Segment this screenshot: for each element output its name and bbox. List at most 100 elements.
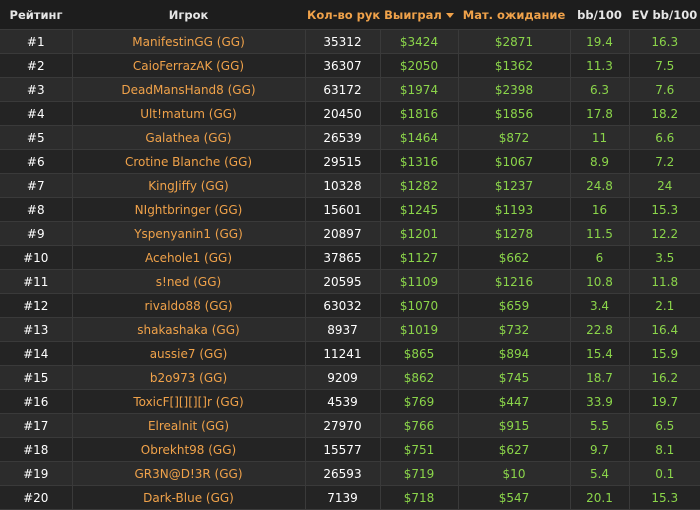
evbb100-cell: 3.5 [628, 245, 700, 270]
rank-cell: #1 [0, 29, 72, 54]
ev-cell: $1856 [457, 101, 570, 126]
rank-cell: #6 [0, 149, 72, 174]
player-link[interactable]: Obrekht98 (GG) [71, 437, 305, 462]
player-link[interactable]: ManifestinGG (GG) [71, 29, 305, 54]
bb100-cell: 11.5 [569, 221, 629, 246]
evbb100-cell: 16.2 [628, 365, 700, 390]
player-link[interactable]: DeadMansHand8 (GG) [71, 77, 305, 102]
bb100-cell: 19.4 [569, 29, 629, 54]
player-link[interactable]: Dark-Blue (GG) [71, 485, 305, 510]
player-link[interactable]: Acehole1 (GG) [71, 245, 305, 270]
table-row: #5 Galathea (GG) 26539 $1464 $872 11 6.6 [0, 125, 700, 150]
column-header-ev[interactable]: Мат. ожидание [458, 0, 570, 30]
evbb100-cell: 18.2 [628, 101, 700, 126]
table-row: #4 Ult!matum (GG) 20450 $1816 $1856 17.8 18.2 [0, 101, 700, 126]
hands-cell: 15577 [304, 437, 380, 462]
caret-down-icon [445, 12, 454, 18]
column-header-evbb100[interactable]: EV bb/100 [629, 0, 700, 30]
evbb100-cell: 15.3 [628, 485, 700, 510]
hands-cell: 10328 [304, 173, 380, 198]
player-link[interactable]: NIghtbringer (GG) [71, 197, 305, 222]
evbb100-cell: 15.9 [628, 341, 700, 366]
won-cell: $2050 [379, 53, 458, 78]
player-link[interactable]: GR3N@D!3R (GG) [71, 461, 305, 486]
bb100-cell: 10.8 [569, 269, 629, 294]
ev-cell: $732 [457, 317, 570, 342]
table-row: #3 DeadMansHand8 (GG) 63172 $1974 $2398 6.3 7.… [0, 77, 700, 102]
ev-cell: $1278 [457, 221, 570, 246]
hands-cell: 26593 [304, 461, 380, 486]
column-header-hands[interactable]: Кол-во рук [305, 0, 380, 30]
player-link[interactable]: Galathea (GG) [71, 125, 305, 150]
rank-cell: #11 [0, 269, 72, 294]
player-link[interactable]: shakashaka (GG) [71, 317, 305, 342]
won-cell: $719 [379, 461, 458, 486]
player-link[interactable]: Crotine Blanche (GG) [71, 149, 305, 174]
rank-cell: #4 [0, 101, 72, 126]
bb100-cell: 8.9 [569, 149, 629, 174]
player-link[interactable]: aussie7 (GG) [71, 341, 305, 366]
player-link[interactable]: b2o973 (GG) [71, 365, 305, 390]
bb100-cell: 17.8 [569, 101, 629, 126]
bb100-cell: 24.8 [569, 173, 629, 198]
column-header-won[interactable]: Выиграл [380, 0, 458, 30]
rank-cell: #7 [0, 173, 72, 198]
rank-cell: #13 [0, 317, 72, 342]
bb100-cell: 3.4 [569, 293, 629, 318]
table-row: #13 shakashaka (GG) 8937 $1019 $732 22.8 16.4 [0, 317, 700, 342]
table-row: #17 Elrealnit (GG) 27970 $766 $915 5.5 6.5 [0, 413, 700, 438]
player-link[interactable]: CaioFerrazAK (GG) [71, 53, 305, 78]
evbb100-cell: 7.5 [628, 53, 700, 78]
player-link[interactable]: Ult!matum (GG) [71, 101, 305, 126]
won-cell: $766 [379, 413, 458, 438]
player-link[interactable]: KingJiffy (GG) [71, 173, 305, 198]
table-row: #16 ToxicF[][][][]r (GG) 4539 $769 $447 33.9 1… [0, 389, 700, 414]
bb100-cell: 6 [569, 245, 629, 270]
player-link[interactable]: Elrealnit (GG) [71, 413, 305, 438]
hands-cell: 4539 [304, 389, 380, 414]
won-cell: $1282 [379, 173, 458, 198]
evbb100-cell: 12.2 [628, 221, 700, 246]
bb100-cell: 11.3 [569, 53, 629, 78]
column-header-bb100[interactable]: bb/100 [570, 0, 629, 30]
ev-cell: $915 [457, 413, 570, 438]
evbb100-cell: 24 [628, 173, 700, 198]
rank-cell: #2 [0, 53, 72, 78]
rank-cell: #18 [0, 437, 72, 462]
ev-cell: $894 [457, 341, 570, 366]
ev-cell: $2398 [457, 77, 570, 102]
ev-cell: $1237 [457, 173, 570, 198]
won-cell: $3424 [379, 29, 458, 54]
table-row: #11 s!ned (GG) 20595 $1109 $1216 10.8 11.8 [0, 269, 700, 294]
player-link[interactable]: Yspenyanin1 (GG) [71, 221, 305, 246]
won-cell: $769 [379, 389, 458, 414]
won-cell: $1316 [379, 149, 458, 174]
column-header-player[interactable]: Игрок [72, 0, 305, 30]
evbb100-cell: 11.8 [628, 269, 700, 294]
hands-cell: 29515 [304, 149, 380, 174]
won-cell: $1816 [379, 101, 458, 126]
bb100-cell: 15.4 [569, 341, 629, 366]
hands-cell: 7139 [304, 485, 380, 510]
player-link[interactable]: s!ned (GG) [71, 269, 305, 294]
table-row: #14 aussie7 (GG) 11241 $865 $894 15.4 15.9 [0, 341, 700, 366]
hands-cell: 37865 [304, 245, 380, 270]
won-cell: $1974 [379, 77, 458, 102]
column-header-rank[interactable]: Рейтинг [0, 0, 72, 30]
hands-cell: 8937 [304, 317, 380, 342]
ev-cell: $662 [457, 245, 570, 270]
bb100-cell: 33.9 [569, 389, 629, 414]
ev-cell: $2871 [457, 29, 570, 54]
player-link[interactable]: rivaldo88 (GG) [71, 293, 305, 318]
won-cell: $1464 [379, 125, 458, 150]
hands-cell: 36307 [304, 53, 380, 78]
hands-cell: 20450 [304, 101, 380, 126]
rank-cell: #14 [0, 341, 72, 366]
table-row: #1 ManifestinGG (GG) 35312 $3424 $2871 19.4 16… [0, 29, 700, 54]
won-cell: $1109 [379, 269, 458, 294]
bb100-cell: 5.5 [569, 413, 629, 438]
player-link[interactable]: ToxicF[][][][]r (GG) [71, 389, 305, 414]
won-cell: $1201 [379, 221, 458, 246]
bb100-cell: 6.3 [569, 77, 629, 102]
table-row: #8 NIghtbringer (GG) 15601 $1245 $1193 16 15.3 [0, 197, 700, 222]
